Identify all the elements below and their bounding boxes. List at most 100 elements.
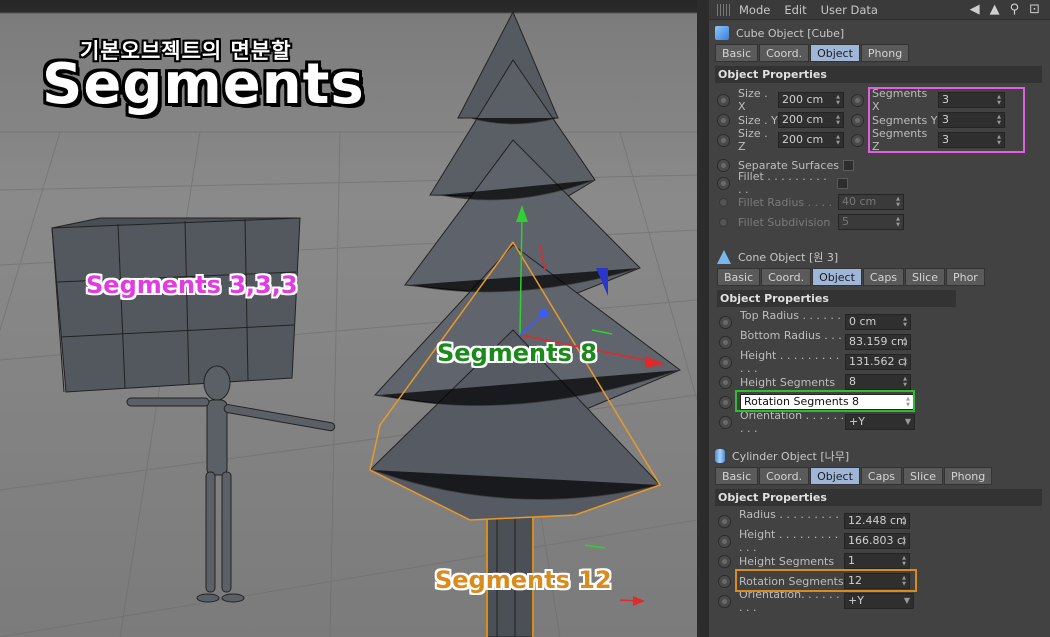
animate-radio[interactable] (717, 158, 730, 172)
cylinder-tab-phong[interactable]: Phong (943, 467, 993, 485)
size-z-label: Size . Z (738, 127, 768, 153)
menu-user-data[interactable]: User Data (821, 3, 878, 17)
cone-icon (717, 250, 731, 264)
cylinder-tab-coord[interactable]: Coord. (759, 467, 810, 485)
cone-orientation-dropdown[interactable]: +Y (845, 414, 915, 430)
cone-height-segments-field[interactable]: 8 (845, 374, 911, 390)
cylinder-object-title: Cylinder Object [나무] (732, 450, 850, 463)
animate-radio (719, 217, 728, 227)
cone-height-row: Height . . . . . . . . . . . . 131.562 c… (719, 349, 911, 375)
cylinder-tabs: Basic Coord. Object Caps Slice Phong (709, 467, 1050, 485)
panel-divider[interactable] (697, 0, 709, 637)
animate-radio[interactable] (851, 93, 864, 107)
animate-radio[interactable] (851, 133, 864, 147)
animate-radio[interactable] (851, 113, 864, 127)
animate-radio[interactable] (719, 415, 732, 429)
cone-orientation-row: Orientation . . . . . . . . . +Y (719, 409, 915, 435)
cone-tab-caps[interactable]: Caps (862, 268, 905, 286)
cube-tab-basic[interactable]: Basic (715, 44, 759, 62)
cylinder-orientation-row: Orientation. . . . . . . . . +Y (718, 588, 914, 614)
cone-tab-slice[interactable]: Slice (905, 268, 945, 286)
fillet-radius-row: Fillet Radius . . . . 40 cm (717, 192, 904, 212)
animate-radio[interactable] (717, 93, 730, 107)
cylinder-icon (715, 449, 725, 463)
animate-radio[interactable] (719, 335, 732, 349)
attributes-menubar: Mode Edit User Data ◀ ▲ ⚲ ⊡ (709, 0, 1050, 20)
cylinder-height-field[interactable]: 166.803 cı (844, 533, 910, 549)
animate-radio[interactable] (718, 534, 731, 548)
viewport-title: Segments (42, 52, 365, 117)
cylinder-tab-object[interactable]: Object (810, 467, 860, 485)
cone-segments-label: Segments 8 (437, 339, 597, 367)
cube-tab-object[interactable]: Object (810, 44, 860, 62)
cone-tab-basic[interactable]: Basic (717, 268, 761, 286)
cylinder-height-segments-label: Height Segments (739, 554, 835, 568)
cylinder-tab-caps[interactable]: Caps (860, 467, 903, 485)
fillet-checkbox[interactable] (837, 177, 848, 189)
cube-segments-label: Segments 3,3,3 (86, 271, 298, 299)
top-radius-field[interactable]: 0 cm (845, 314, 911, 330)
animate-radio[interactable] (719, 315, 732, 329)
cube-size-z-row: Size . Z 200 cm (717, 127, 844, 153)
animate-radio[interactable] (718, 574, 731, 588)
cube-object-header: Cube Object [Cube] (709, 22, 1050, 44)
cursor-icon[interactable]: ▲ (990, 2, 1000, 17)
search-icon[interactable]: ⚲ (1010, 2, 1020, 17)
cube-object-title: Cube Object [Cube] (736, 26, 845, 40)
cylinder-orientation-dropdown[interactable]: +Y (844, 593, 914, 609)
cylinder-rotation-segments-highlight (735, 569, 917, 592)
animate-radio[interactable] (719, 375, 732, 389)
fillet-subdivision-row: Fillet Subdivision 5 (717, 212, 904, 232)
grip-icon[interactable] (717, 3, 731, 16)
animate-radio[interactable] (719, 355, 732, 369)
cylinder-tab-slice[interactable]: Slice (903, 467, 943, 485)
animate-radio[interactable] (718, 514, 731, 528)
cylinder-tab-basic[interactable]: Basic (715, 467, 759, 485)
cube-tab-coord[interactable]: Coord. (759, 44, 810, 62)
back-arrow-icon[interactable]: ◀ (970, 2, 980, 17)
fillet-radius-label: Fillet Radius . . . . (738, 195, 833, 209)
cylinder-radius-field[interactable]: 12.448 cm (844, 513, 910, 529)
cube-segments-highlight (868, 87, 1025, 153)
cone-height-field[interactable]: 131.562 cı (845, 354, 911, 370)
cone-height-segments-row: Height Segments 8 (719, 372, 911, 392)
animate-radio[interactable] (718, 594, 731, 608)
fillet-subdivision-field: 5 (838, 214, 904, 230)
cone-rotation-segments-highlight (735, 390, 915, 412)
size-z-field[interactable]: 200 cm (778, 132, 844, 148)
animate-radio[interactable] (718, 554, 731, 568)
menu-mode[interactable]: Mode (739, 3, 770, 17)
cube-size-x-row: Size . X 200 cm (717, 87, 844, 113)
animate-radio[interactable] (717, 113, 730, 127)
cube-icon (715, 26, 729, 40)
cone-tab-coord[interactable]: Coord. (761, 268, 812, 286)
cone-height-segments-label: Height Segments (740, 375, 836, 389)
cylinder-segments-label: Segments 12 (435, 566, 612, 594)
menu-edit[interactable]: Edit (784, 3, 806, 17)
cone-tree (369, 10, 682, 521)
size-y-field[interactable]: 200 cm (778, 112, 844, 128)
animate-radio (719, 197, 728, 207)
3d-viewport[interactable]: 기본오브젝트의 면분할 Segments Segments 3,3,3 Segm… (0, 0, 697, 637)
cone-object-title: Cone Object [원 3] (738, 251, 839, 264)
fillet-subdivision-label: Fillet Subdivision (738, 215, 831, 229)
cylinder-height-row: Height . . . . . . . . . . . . 166.803 c… (718, 528, 910, 554)
fillet-row: Fillet . . . . . . . . . . . (717, 170, 848, 196)
size-y-label: Size . Y (738, 113, 778, 127)
cone-section-title: Object Properties (717, 290, 956, 307)
cone-tab-phong[interactable]: Phor (945, 268, 985, 286)
animate-radio[interactable] (717, 176, 730, 190)
lock-icon[interactable]: ⊡ (1029, 2, 1040, 17)
cone-tab-object[interactable]: Object (812, 268, 862, 286)
bottom-radius-field[interactable]: 83.159 cm (845, 334, 911, 350)
size-x-field[interactable]: 200 cm (778, 92, 844, 108)
cylinder-height-segments-field[interactable]: 1 (844, 553, 910, 569)
cone-tabs: Basic Coord. Object Caps Slice Phor (711, 268, 1050, 286)
mannequin-figure (126, 365, 336, 603)
fillet-radius-field: 40 cm (838, 194, 904, 210)
animate-radio[interactable] (719, 395, 732, 409)
animate-radio[interactable] (717, 133, 730, 147)
cube-tab-phong[interactable]: Phong (860, 44, 910, 62)
separate-surfaces-checkbox[interactable] (842, 159, 854, 171)
cylinder-section-title: Object Properties (715, 489, 1042, 506)
